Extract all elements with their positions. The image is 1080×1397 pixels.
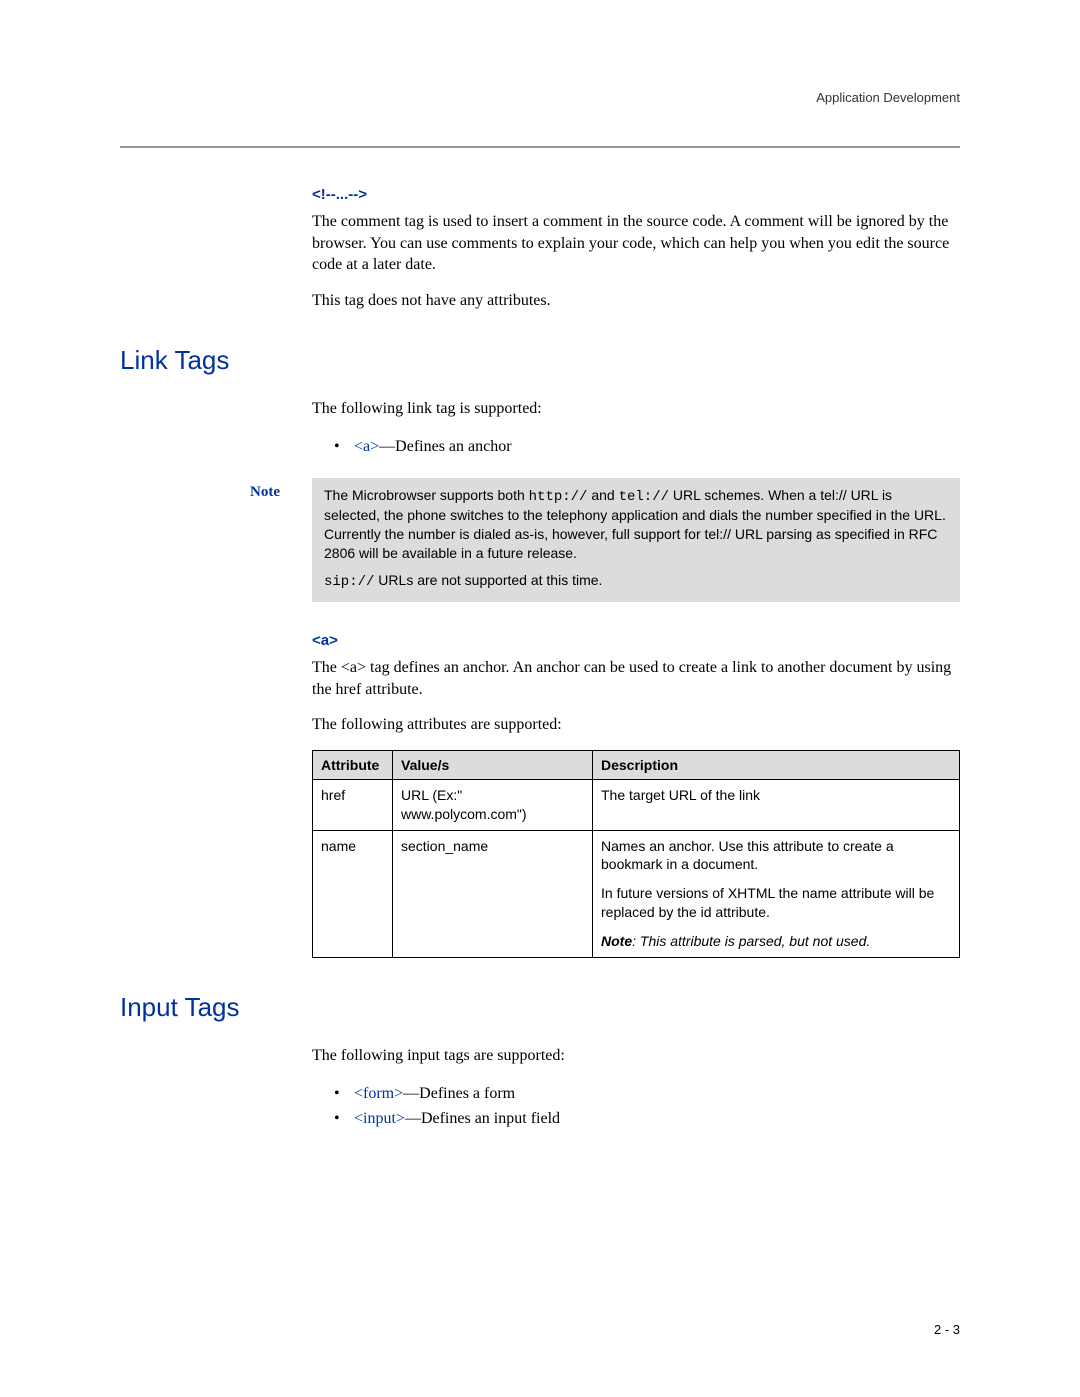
desc-name-note-label: Note <box>601 933 632 949</box>
desc-name-note-rest: : This attribute is parsed, but not used… <box>632 933 870 949</box>
a-desc-p1: The <a> tag defines an anchor. An anchor… <box>312 657 960 700</box>
input-tag-link[interactable]: <input> <box>354 1110 405 1127</box>
desc-name-text2: In future versions of XHTML the name att… <box>601 884 951 922</box>
section-input-tags: Input Tags <box>120 992 960 1023</box>
table-row: href URL (Ex:" www.polycom.com") The tar… <box>313 779 960 830</box>
link-tags-intro: The following link tag is supported: <box>312 398 960 420</box>
th-description: Description <box>593 750 960 779</box>
note-body: The Microbrowser supports both http:// a… <box>312 478 960 602</box>
th-attribute: Attribute <box>313 750 393 779</box>
attribute-table: Attribute Value/s Description href URL (… <box>312 750 960 958</box>
desc-href-text: The target URL of the link <box>601 786 951 805</box>
note-sip-scheme: sip:// <box>324 574 374 590</box>
subhead-comment-tag: <!--...--> <box>312 186 960 203</box>
section-link-tags: Link Tags <box>120 345 960 376</box>
note-p1-b: and <box>587 487 618 503</box>
cell-value-href: URL (Ex:" www.polycom.com") <box>393 779 593 830</box>
input-tags-intro: The following input tags are supported: <box>312 1045 960 1067</box>
header-divider <box>120 146 960 148</box>
desc-name-text1: Names an anchor. Use this attribute to c… <box>601 837 951 875</box>
cell-desc-name: Names an anchor. Use this attribute to c… <box>593 830 960 957</box>
note-p1-a: The Microbrowser supports both <box>324 487 529 503</box>
input-tag-desc: —Defines an input field <box>405 1110 560 1127</box>
note-block: Note The Microbrowser supports both http… <box>250 478 960 602</box>
input-tags-bullet-input: <input>—Defines an input field <box>334 1106 960 1132</box>
comment-desc-p1: The comment tag is used to insert a comm… <box>312 211 960 276</box>
form-tag-desc: —Defines a form <box>403 1085 515 1102</box>
input-tags-bullet-form: <form>—Defines a form <box>334 1081 960 1107</box>
anchor-tag-link[interactable]: <a> <box>354 438 379 455</box>
cell-attr-href: href <box>313 779 393 830</box>
comment-desc-p2: This tag does not have any attributes. <box>312 290 960 312</box>
cell-desc-href: The target URL of the link <box>593 779 960 830</box>
table-row: name section_name Names an anchor. Use t… <box>313 830 960 957</box>
th-values: Value/s <box>393 750 593 779</box>
running-header: Application Development <box>816 90 960 105</box>
note-label: Note <box>250 478 312 602</box>
a-desc-p2: The following attributes are supported: <box>312 714 960 736</box>
note-tel-scheme: tel:// <box>619 489 669 505</box>
note-p2-rest: URLs are not supported at this time. <box>374 572 602 588</box>
subhead-a-tag: <a> <box>312 632 960 649</box>
note-http-scheme: http:// <box>529 489 588 505</box>
page-number: 2 - 3 <box>934 1322 960 1337</box>
link-tags-bullet-a: <a>—Defines an anchor <box>334 434 960 460</box>
cell-attr-name: name <box>313 830 393 957</box>
form-tag-link[interactable]: <form> <box>354 1085 403 1102</box>
anchor-tag-desc: —Defines an anchor <box>379 438 511 455</box>
cell-value-name: section_name <box>393 830 593 957</box>
